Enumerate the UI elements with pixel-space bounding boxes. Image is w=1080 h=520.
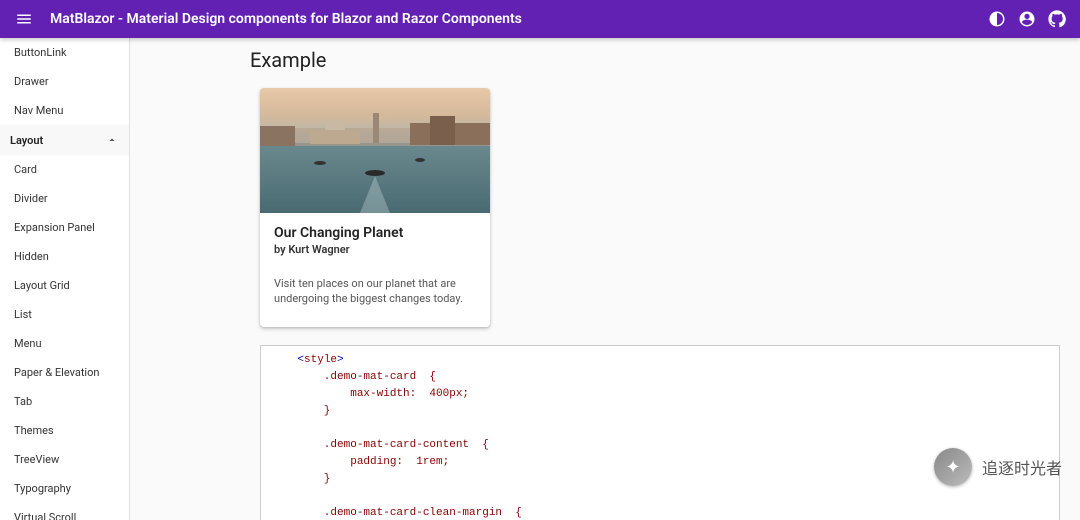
sidebar-item-label: Virtual Scroll	[14, 511, 76, 520]
sidebar-item-treeview[interactable]: TreeView	[0, 445, 129, 474]
sidebar-item-label: Layout Grid	[14, 279, 70, 292]
sidebar-item-label: ButtonLink	[14, 46, 67, 59]
sidebar-item-menu[interactable]: Menu	[0, 329, 129, 358]
watermark: ✦ 追逐时光者	[934, 448, 1062, 486]
contrast-icon	[988, 10, 1006, 28]
sidebar-group-label: Layout	[10, 134, 43, 147]
sidebar-item-label: Tab	[14, 395, 32, 408]
code-line: .demo-mat-card-content {	[271, 439, 489, 451]
card-title: Our Changing Planet	[274, 225, 476, 241]
card-body: Our Changing Planet by Kurt Wagner	[260, 213, 490, 260]
sidebar-item-card[interactable]: Card	[0, 155, 129, 184]
sidebar-item-label: Divider	[14, 192, 48, 205]
sidebar-item-label: Hidden	[14, 250, 49, 263]
example-heading: Example	[130, 38, 1080, 88]
card-description: Visit ten places on our planet that are …	[260, 260, 490, 327]
sidebar-group-layout[interactable]: Layout	[0, 125, 129, 155]
sidebar-item-virtualscroll[interactable]: Virtual Scroll	[0, 503, 129, 520]
card-byline: by Kurt Wagner	[274, 243, 476, 256]
code-line: padding: 1rem;	[271, 456, 449, 468]
sidebar-item-label: Nav Menu	[14, 104, 63, 117]
menu-icon	[15, 10, 33, 28]
sidebar-item-tab[interactable]: Tab	[0, 387, 129, 416]
sidebar-item-label: Themes	[14, 424, 54, 437]
sidebar-item-label: Paper & Elevation	[14, 366, 99, 379]
github-button[interactable]	[1042, 4, 1072, 34]
sidebar-item-themes[interactable]: Themes	[0, 416, 129, 445]
sidebar-item-paperelevation[interactable]: Paper & Elevation	[0, 358, 129, 387]
code-example[interactable]: <style> .demo-mat-card { max-width: 400p…	[260, 345, 1060, 520]
sidebar-item-label: Expansion Panel	[14, 221, 95, 234]
code-line: max-width: 400px;	[271, 388, 469, 400]
sidebar-item-typography[interactable]: Typography	[0, 474, 129, 503]
github-icon	[1048, 10, 1066, 28]
sidebar-item-label: Drawer	[14, 75, 49, 88]
watermark-avatar: ✦	[934, 448, 972, 486]
demo-card[interactable]: Our Changing Planet by Kurt Wagner Visit…	[260, 88, 490, 327]
sidebar-item-drawer[interactable]: Drawer	[0, 67, 129, 96]
menu-button[interactable]	[8, 3, 40, 35]
account-button[interactable]	[1012, 4, 1042, 34]
sidebar-item-buttonlink[interactable]: ButtonLink	[0, 38, 129, 67]
appbar: MatBlazor - Material Design components f…	[0, 0, 1080, 38]
account-icon	[1018, 10, 1036, 28]
sidebar-item-label: Typography	[14, 482, 71, 495]
sidebar-item-label: Menu	[14, 337, 42, 350]
watermark-text: 追逐时光者	[982, 455, 1062, 479]
chevron-up-icon	[105, 133, 119, 147]
sidebar-item-label: TreeView	[14, 453, 59, 466]
sidebar-item-label: List	[14, 308, 32, 321]
card-media-image	[260, 88, 490, 213]
code-line: .demo-mat-card-clean-margin {	[271, 507, 522, 519]
sidebar-item-expansionpanel[interactable]: Expansion Panel	[0, 213, 129, 242]
sidebar-item-hidden[interactable]: Hidden	[0, 242, 129, 271]
sidebar-item-layoutgrid[interactable]: Layout Grid	[0, 271, 129, 300]
code-line: .demo-mat-card {	[271, 371, 436, 383]
sidebar-item-navmenu[interactable]: Nav Menu	[0, 96, 129, 125]
code-token: style	[304, 354, 337, 366]
sidebar-item-list[interactable]: List	[0, 300, 129, 329]
sidebar[interactable]: ButtonLink Drawer Nav Menu Layout Card D…	[0, 38, 130, 520]
sidebar-item-divider[interactable]: Divider	[0, 184, 129, 213]
code-line: }	[271, 473, 330, 485]
code-line: }	[271, 405, 330, 417]
card-container: Our Changing Planet by Kurt Wagner Visit…	[130, 88, 1080, 327]
code-token: >	[337, 354, 344, 366]
app-title: MatBlazor - Material Design components f…	[50, 11, 522, 27]
theme-toggle-button[interactable]	[982, 4, 1012, 34]
sidebar-item-label: Card	[14, 163, 37, 176]
